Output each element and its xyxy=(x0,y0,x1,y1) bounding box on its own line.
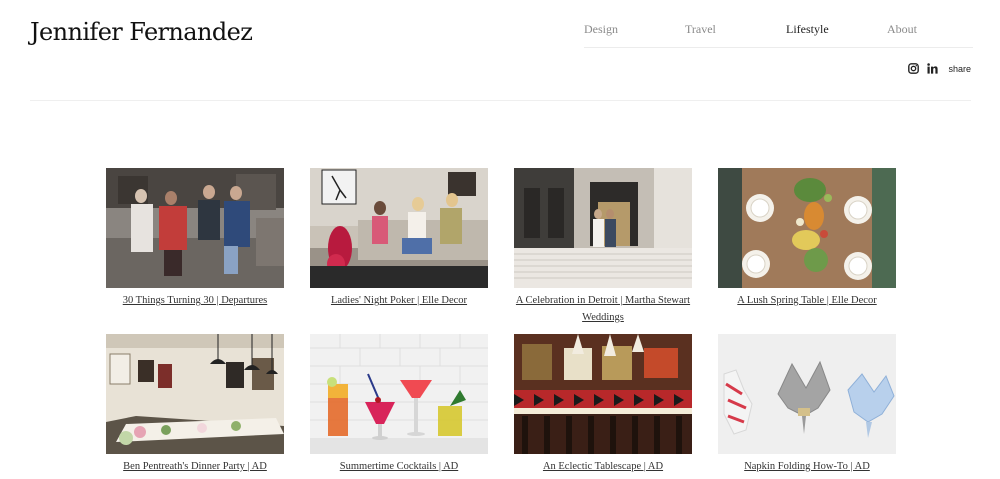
gallery-item[interactable]: Napkin Folding How-To | AD xyxy=(718,334,896,475)
header-divider xyxy=(30,100,971,101)
nav-item-about[interactable]: About xyxy=(887,22,973,48)
gallery-caption[interactable]: A Celebration in Detroit | Martha Stewar… xyxy=(514,292,692,326)
gallery-caption[interactable]: Summertime Cocktails | AD xyxy=(310,458,488,475)
gallery-image[interactable] xyxy=(718,168,896,288)
gallery-item[interactable]: A Celebration in Detroit | Martha Stewar… xyxy=(514,168,692,326)
gallery-image[interactable] xyxy=(106,168,284,288)
gallery-image[interactable] xyxy=(310,334,488,454)
gallery-caption[interactable]: Ben Pentreath's Dinner Party | AD xyxy=(106,458,284,475)
share-link[interactable]: share xyxy=(948,64,971,74)
main-nav: Design Travel Lifestyle About xyxy=(584,22,973,48)
instagram-icon[interactable] xyxy=(908,63,920,74)
gallery-item[interactable]: Summertime Cocktails | AD xyxy=(310,334,488,475)
gallery-item[interactable]: A Lush Spring Table | Elle Decor xyxy=(718,168,896,309)
gallery-image[interactable] xyxy=(310,168,488,288)
gallery-image[interactable] xyxy=(106,334,284,454)
gallery-image[interactable] xyxy=(718,334,896,454)
gallery-caption[interactable]: A Lush Spring Table | Elle Decor xyxy=(718,292,896,309)
linkedin-icon[interactable] xyxy=(927,63,939,74)
gallery-item[interactable]: Ben Pentreath's Dinner Party | AD xyxy=(106,334,284,475)
gallery-image[interactable] xyxy=(514,168,692,288)
social-links: share xyxy=(908,63,971,74)
gallery-item[interactable]: 30 Things Turning 30 | Departures xyxy=(106,168,284,309)
gallery-item[interactable]: Ladies' Night Poker | Elle Decor xyxy=(310,168,488,309)
gallery-caption[interactable]: An Eclectic Tablescape | AD xyxy=(514,458,692,475)
nav-item-travel[interactable]: Travel xyxy=(685,22,786,48)
nav-item-lifestyle[interactable]: Lifestyle xyxy=(786,22,887,48)
gallery-caption[interactable]: Napkin Folding How-To | AD xyxy=(718,458,896,475)
nav-item-design[interactable]: Design xyxy=(584,22,685,48)
gallery-image[interactable] xyxy=(514,334,692,454)
site-title[interactable]: Jennifer Fernandez xyxy=(30,18,253,46)
gallery-caption[interactable]: Ladies' Night Poker | Elle Decor xyxy=(310,292,488,309)
gallery-caption[interactable]: 30 Things Turning 30 | Departures xyxy=(106,292,284,309)
gallery-item[interactable]: An Eclectic Tablescape | AD xyxy=(514,334,692,475)
